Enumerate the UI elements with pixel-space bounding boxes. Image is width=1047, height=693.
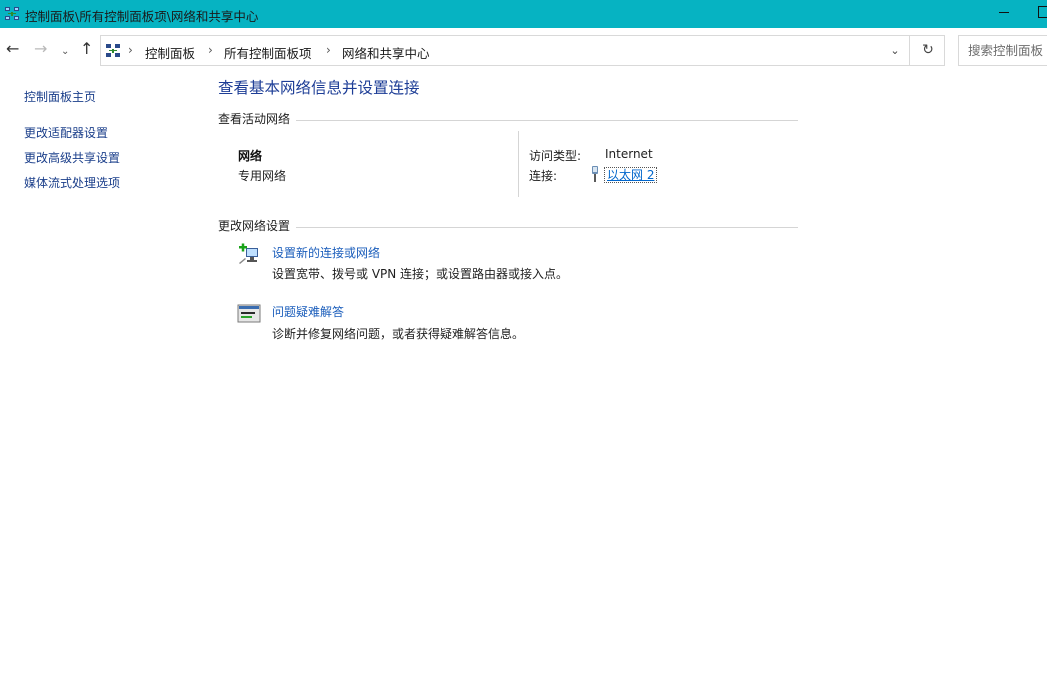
- breadcrumb-separator[interactable]: ›: [326, 43, 331, 57]
- sidebar-item-adapter-settings[interactable]: 更改适配器设置: [24, 124, 108, 141]
- control-panel-icon: [106, 44, 120, 57]
- recent-locations-button[interactable]: ⌄: [61, 43, 69, 61]
- access-type-value: Internet: [605, 147, 653, 161]
- network-name: 网络: [238, 149, 263, 163]
- breadcrumb-all-items[interactable]: 所有控制面板项: [224, 43, 312, 62]
- address-divider: [909, 36, 910, 65]
- minimize-button[interactable]: [995, 3, 1011, 21]
- page-title: 查看基本网络信息并设置连接: [218, 79, 420, 97]
- address-dropdown-icon[interactable]: ⌄: [886, 42, 904, 60]
- troubleshoot-icon: [237, 304, 261, 323]
- search-input[interactable]: [959, 36, 1047, 65]
- section-divider: [296, 120, 798, 121]
- setup-connection-link[interactable]: 设置新的连接或网络: [272, 244, 380, 261]
- maximize-button[interactable]: [1038, 6, 1047, 18]
- change-settings-heading: 更改网络设置: [218, 219, 291, 233]
- connection-label: 连接:: [529, 169, 558, 183]
- new-connection-icon: [239, 243, 258, 264]
- access-type-label: 访问类型:: [529, 149, 582, 163]
- address-bar[interactable]: › 控制面板 › 所有控制面板项 › 网络和共享中心 ⌄ ↻: [100, 35, 945, 66]
- breadcrumb-control-panel[interactable]: 控制面板: [145, 43, 195, 62]
- breadcrumb-separator[interactable]: ›: [128, 43, 133, 57]
- network-divider: [518, 131, 519, 197]
- sidebar-item-media-streaming[interactable]: 媒体流式处理选项: [24, 174, 120, 191]
- network-center-icon: [5, 7, 19, 20]
- sidebar-item-advanced-sharing[interactable]: 更改高级共享设置: [24, 149, 120, 166]
- breadcrumb-network-center[interactable]: 网络和共享中心: [342, 43, 430, 62]
- sidebar-item-home[interactable]: 控制面板主页: [24, 88, 96, 105]
- search-box[interactable]: [958, 35, 1047, 66]
- section-divider: [296, 227, 798, 228]
- title-bar: 控制面板\所有控制面板项\网络和共享中心: [0, 0, 1047, 28]
- refresh-icon[interactable]: ↻: [919, 41, 937, 59]
- troubleshoot-description: 诊断并修复网络问题，或者获得疑难解答信息。: [272, 327, 525, 341]
- window-title: 控制面板\所有控制面板项\网络和共享中心: [25, 9, 259, 24]
- active-networks-heading: 查看活动网络: [218, 112, 291, 126]
- back-button[interactable]: ←: [6, 40, 19, 58]
- ethernet-icon: [592, 166, 598, 182]
- connection-link-ethernet[interactable]: 以太网 2: [604, 167, 658, 183]
- up-button[interactable]: ↑: [80, 40, 93, 58]
- setup-connection-description: 设置宽带、拨号或 VPN 连接；或设置路由器或接入点。: [272, 267, 569, 281]
- network-type: 专用网络: [238, 169, 287, 183]
- forward-button[interactable]: →: [34, 40, 47, 58]
- breadcrumb-separator[interactable]: ›: [208, 43, 213, 57]
- troubleshoot-link[interactable]: 问题疑难解答: [272, 303, 344, 320]
